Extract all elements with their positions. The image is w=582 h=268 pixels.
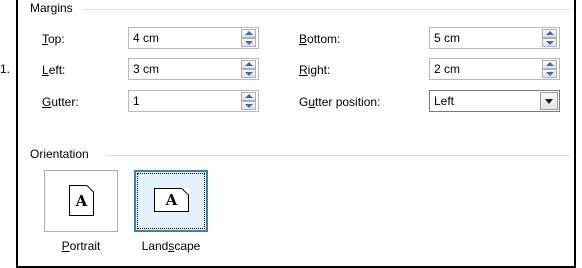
arrow-up-icon — [546, 62, 554, 66]
arrow-up-icon — [546, 31, 554, 35]
arrow-down-icon — [245, 41, 253, 45]
gutter-position-label: Gutter position: — [299, 95, 381, 109]
gutter-position-dropdown-button[interactable] — [540, 92, 558, 110]
right-margin-decrement-button[interactable] — [542, 69, 557, 78]
right-margin-increment-button[interactable] — [542, 60, 557, 69]
left-margin-increment-button[interactable] — [241, 60, 256, 69]
arrow-down-icon — [546, 41, 554, 45]
gutter-position-select[interactable]: Left — [429, 90, 560, 112]
gutter-spinbox[interactable]: 1 — [128, 90, 259, 112]
left-margin-spinbox[interactable]: 3 cm — [128, 58, 259, 80]
arrow-up-icon — [245, 94, 253, 98]
left-margin-decrement-button[interactable] — [241, 69, 256, 78]
left-label: Left: — [42, 63, 66, 77]
bottom-margin-spin-buttons — [542, 29, 557, 47]
gutter-decrement-button[interactable] — [241, 101, 256, 110]
page-setup-dialog: Margins Top: 4 cm Left: 3 cm Gutter: 1 B… — [16, 0, 576, 268]
gutter-label: Gutter: — [42, 95, 79, 109]
list-marker: 1. — [0, 62, 11, 76]
portrait-page-icon: A — [69, 185, 94, 216]
landscape-button[interactable]: A — [134, 170, 208, 232]
bottom-margin-value[interactable]: 5 cm — [434, 31, 460, 45]
landscape-label[interactable]: Landscape — [130, 239, 212, 253]
top-margin-value[interactable]: 4 cm — [133, 31, 159, 45]
top-margin-spinbox[interactable]: 4 cm — [128, 27, 259, 49]
top-label: Top: — [42, 32, 65, 46]
portrait-button[interactable]: A — [44, 170, 118, 232]
orientation-group-line — [106, 155, 570, 156]
right-label: Right: — [299, 63, 331, 77]
bottom-label: Bottom: — [299, 32, 341, 46]
page-corner-fold — [87, 185, 94, 192]
right-margin-spin-buttons — [542, 60, 557, 78]
top-margin-spin-buttons — [241, 29, 256, 47]
arrow-up-icon — [245, 62, 253, 66]
arrow-down-icon — [546, 72, 554, 76]
gutter-increment-button[interactable] — [241, 92, 256, 101]
gutter-value[interactable]: 1 — [133, 94, 140, 108]
landscape-letter-glyph: A — [165, 191, 178, 209]
landscape-page-icon: A — [154, 188, 189, 212]
bottom-margin-spinbox[interactable]: 5 cm — [429, 27, 560, 49]
margins-group-line — [82, 9, 570, 10]
arrow-down-icon — [245, 72, 253, 76]
left-margin-spin-buttons — [241, 60, 256, 78]
margins-group-title: Margins — [30, 1, 79, 15]
left-margin-value[interactable]: 3 cm — [133, 62, 159, 76]
gutter-spin-buttons — [241, 92, 256, 110]
portrait-label[interactable]: Portrait — [44, 239, 118, 253]
bottom-margin-decrement-button[interactable] — [542, 38, 557, 47]
right-margin-spinbox[interactable]: 2 cm — [429, 58, 560, 80]
gutter-position-value[interactable]: Left — [434, 94, 454, 108]
top-margin-decrement-button[interactable] — [241, 38, 256, 47]
chevron-down-icon — [545, 99, 553, 104]
arrow-up-icon — [245, 31, 253, 35]
portrait-letter-glyph: A — [75, 192, 88, 210]
orientation-group-title: Orientation — [30, 147, 95, 161]
bottom-margin-increment-button[interactable] — [542, 29, 557, 38]
top-margin-increment-button[interactable] — [241, 29, 256, 38]
right-margin-value[interactable]: 2 cm — [434, 62, 460, 76]
arrow-down-icon — [245, 104, 253, 108]
